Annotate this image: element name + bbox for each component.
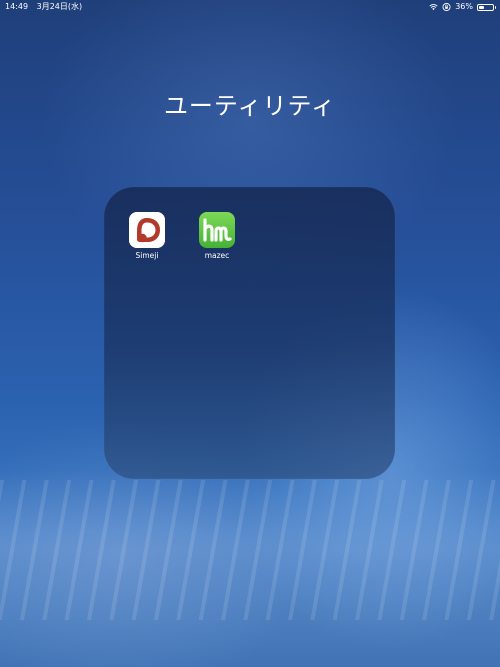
- app-label-mazec: mazec: [204, 251, 230, 260]
- folder-title[interactable]: ユーティリティ: [0, 86, 500, 121]
- status-date: 3月24日(水): [36, 2, 83, 11]
- mazec-icon[interactable]: [199, 212, 235, 248]
- status-time: 14:49: [5, 2, 29, 11]
- app-label-simeji: Simeji: [135, 251, 159, 260]
- battery-percent: 36%: [455, 2, 473, 11]
- status-left: 14:49 3月24日(水): [5, 0, 88, 14]
- folder-panel: Simeji mazec: [104, 187, 395, 479]
- wallpaper-pattern: [0, 480, 500, 620]
- battery-fill: [479, 5, 484, 9]
- status-right: 36%: [429, 0, 496, 14]
- battery-icon: [477, 3, 496, 11]
- rotation-lock-icon: [442, 3, 451, 11]
- app-simeji[interactable]: Simeji: [117, 212, 177, 261]
- status-bar: 14:49 3月24日(水) 36%: [0, 0, 500, 14]
- home-screen: 14:49 3月24日(水) 36% ユーティリティ Simeji mazec: [0, 0, 500, 667]
- wifi-icon: [429, 4, 438, 11]
- app-mazec[interactable]: mazec: [187, 212, 247, 261]
- simeji-icon[interactable]: [129, 212, 165, 248]
